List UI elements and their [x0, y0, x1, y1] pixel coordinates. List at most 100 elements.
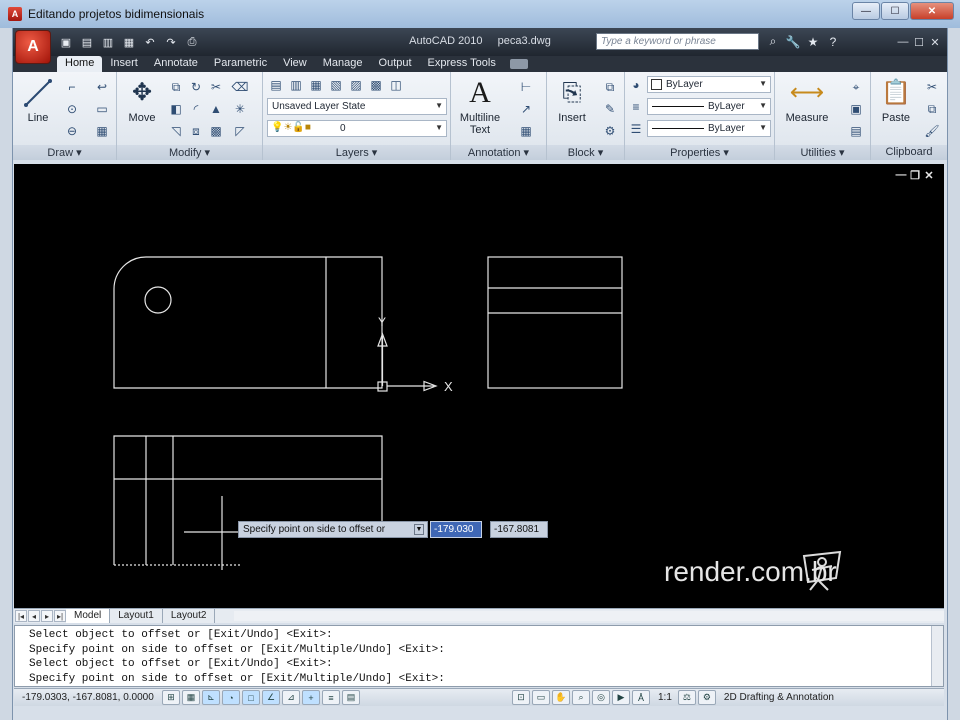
help-search-input[interactable]: Type a keyword or phrase [596, 33, 759, 50]
acad-minimize-button[interactable]: — [895, 34, 911, 50]
annotation-panel-label[interactable]: Annotation ▾ [451, 145, 546, 160]
tab-express-tools[interactable]: Express Tools [420, 56, 504, 72]
stretch-icon[interactable]: ▲ [207, 100, 225, 118]
favorites-star-icon[interactable]: ★ [803, 33, 823, 50]
properties-panel-label[interactable]: Properties ▾ [625, 145, 774, 160]
circle-icon[interactable]: ⊙ [63, 100, 81, 118]
layer-off-icon[interactable]: ▩ [367, 76, 385, 94]
acad-close-button[interactable]: ✕ [927, 34, 943, 50]
polar-icon[interactable]: ◔ [222, 690, 240, 705]
layer-freeze-icon[interactable]: ◫ [387, 76, 405, 94]
scale-icon[interactable]: ◹ [167, 122, 185, 140]
next-layout-icon[interactable]: ▸ [41, 610, 53, 622]
tab-annotate[interactable]: Annotate [146, 56, 206, 72]
layer-isolate-icon[interactable]: ▨ [347, 76, 365, 94]
modify-panel-label[interactable]: Modify ▾ [117, 145, 262, 160]
cut-icon[interactable]: ✂ [923, 78, 941, 96]
polyline-icon[interactable]: ⌐ [63, 78, 81, 96]
chevron-down-icon[interactable]: ▼ [414, 524, 424, 535]
otrack-icon[interactable]: ∠ [262, 690, 280, 705]
pan-icon[interactable]: ✋ [552, 690, 570, 705]
linetype-icon[interactable]: ≡ [627, 98, 645, 116]
utilities-panel-label[interactable]: Utilities ▾ [775, 145, 870, 160]
paste-button[interactable]: 📋 Paste [873, 76, 919, 125]
workspace-switch[interactable]: 2D Drafting & Annotation [724, 692, 834, 703]
lineweight-icon[interactable]: ☰ [627, 120, 645, 138]
prev-layout-icon[interactable]: ◂ [28, 610, 40, 622]
multiline-text-button[interactable]: A Multiline Text [453, 76, 507, 137]
hatch-icon[interactable]: ▦ [93, 122, 111, 140]
layer-properties-icon[interactable]: ▤ [267, 76, 285, 94]
tab-model[interactable]: Model [66, 609, 111, 623]
tab-output[interactable]: Output [371, 56, 420, 72]
dynamic-input-icon[interactable]: + [302, 690, 320, 705]
layer-match-icon[interactable]: ▦ [307, 76, 325, 94]
annotation-scale-icon[interactable]: Å [632, 690, 650, 705]
multileader-icon[interactable]: ↗ [517, 100, 535, 118]
lineweight-toggle-icon[interactable]: ≡ [322, 690, 340, 705]
attribute-icon[interactable]: ⚙ [601, 122, 619, 140]
trim-icon[interactable]: ✂ [207, 78, 225, 96]
create-block-icon[interactable]: ⧉ [601, 78, 619, 96]
tab-layout2[interactable]: Layout2 [163, 609, 216, 623]
color-dropdown[interactable]: ByLayer ▼ [647, 76, 771, 93]
steering-wheel-icon[interactable]: ◎ [592, 690, 610, 705]
command-line-scrollbar[interactable] [931, 626, 943, 686]
linetype-dropdown[interactable]: ByLayer ▼ [647, 98, 771, 115]
dimension-icon[interactable]: ⊢ [517, 78, 535, 96]
edit-block-icon[interactable]: ✎ [601, 100, 619, 118]
application-menu-button[interactable]: A [15, 30, 51, 64]
array-icon[interactable]: ▩ [207, 122, 225, 140]
annotation-visibility-icon[interactable]: ⚖ [677, 690, 696, 705]
window-maximize-button[interactable]: ☐ [881, 2, 909, 20]
clipboard-panel-label[interactable]: Clipboard [871, 145, 947, 160]
dynamic-input-x[interactable]: -179.030 [430, 521, 482, 538]
workspace-icon[interactable]: ⚙ [697, 690, 716, 705]
chamfer-icon[interactable]: ◸ [231, 122, 249, 140]
rectangle-icon[interactable]: ▭ [93, 100, 111, 118]
drawing-canvas[interactable]: — ❐ ✕ Y X Specify point on side to offse… [14, 164, 944, 608]
tab-manage[interactable]: Manage [315, 56, 371, 72]
model-space-icon[interactable]: ⊡ [512, 690, 530, 705]
copy-icon[interactable]: ⧉ [167, 78, 185, 96]
block-panel-label[interactable]: Block ▾ [547, 145, 624, 160]
dynamic-input-y[interactable]: -167.8081 [490, 521, 548, 538]
ellipse-icon[interactable]: ⊖ [63, 122, 81, 140]
mirror-icon[interactable]: ◧ [167, 100, 185, 118]
match-properties-icon[interactable]: 🖌 [923, 122, 941, 140]
erase-icon[interactable]: ⌫ [231, 78, 249, 96]
arc-icon[interactable]: ↩ [93, 78, 111, 96]
help-icon[interactable]: ? [823, 33, 843, 50]
quick-view-layouts-icon[interactable]: ▭ [532, 690, 550, 705]
annotation-scale-value[interactable]: 1:1 [658, 692, 672, 703]
osnap-icon[interactable]: □ [242, 690, 260, 705]
line-button[interactable]: Line [15, 76, 61, 124]
layer-previous-icon[interactable]: ▧ [327, 76, 345, 94]
point-style-icon[interactable]: ▤ [847, 122, 865, 140]
ducs-icon[interactable]: ⊿ [282, 690, 300, 705]
quick-select-icon[interactable]: ⌖ [847, 78, 865, 96]
quick-properties-icon[interactable]: ▤ [342, 690, 360, 705]
last-layout-icon[interactable]: ▸| [54, 610, 66, 622]
layers-panel-label[interactable]: Layers ▾ [263, 145, 450, 160]
layer-state-dropdown[interactable]: Unsaved Layer State ▼ [267, 98, 447, 115]
grid-icon[interactable]: ▦ [182, 690, 200, 705]
horizontal-scrollbar[interactable] [234, 611, 944, 621]
ribbon-minimize-icon[interactable] [509, 59, 528, 69]
draw-panel-label[interactable]: Draw ▾ [13, 145, 116, 160]
lineweight-dropdown[interactable]: ByLayer ▼ [647, 120, 771, 137]
offset-icon[interactable]: ⧈ [187, 122, 205, 140]
explode-icon[interactable]: ✳ [231, 100, 249, 118]
rotate-icon[interactable]: ↻ [187, 78, 205, 96]
move-button[interactable]: ✥ Move [119, 76, 165, 125]
layer-dropdown[interactable]: 💡☀🔓■ 0 ▼ [267, 120, 447, 137]
showmotion-icon[interactable]: ▶ [612, 690, 630, 705]
calculator-icon[interactable]: ▣ [847, 100, 865, 118]
command-line[interactable]: Select object to offset or [Exit/Undo] <… [14, 625, 944, 687]
acad-maximize-button[interactable]: ☐ [911, 34, 927, 50]
tab-view[interactable]: View [275, 56, 315, 72]
measure-button[interactable]: ⟷ Measure [779, 76, 835, 125]
insert-block-button[interactable]: ⎘ Insert [549, 76, 595, 125]
ortho-icon[interactable]: ⊾ [202, 690, 220, 705]
tab-parametric[interactable]: Parametric [206, 56, 275, 72]
